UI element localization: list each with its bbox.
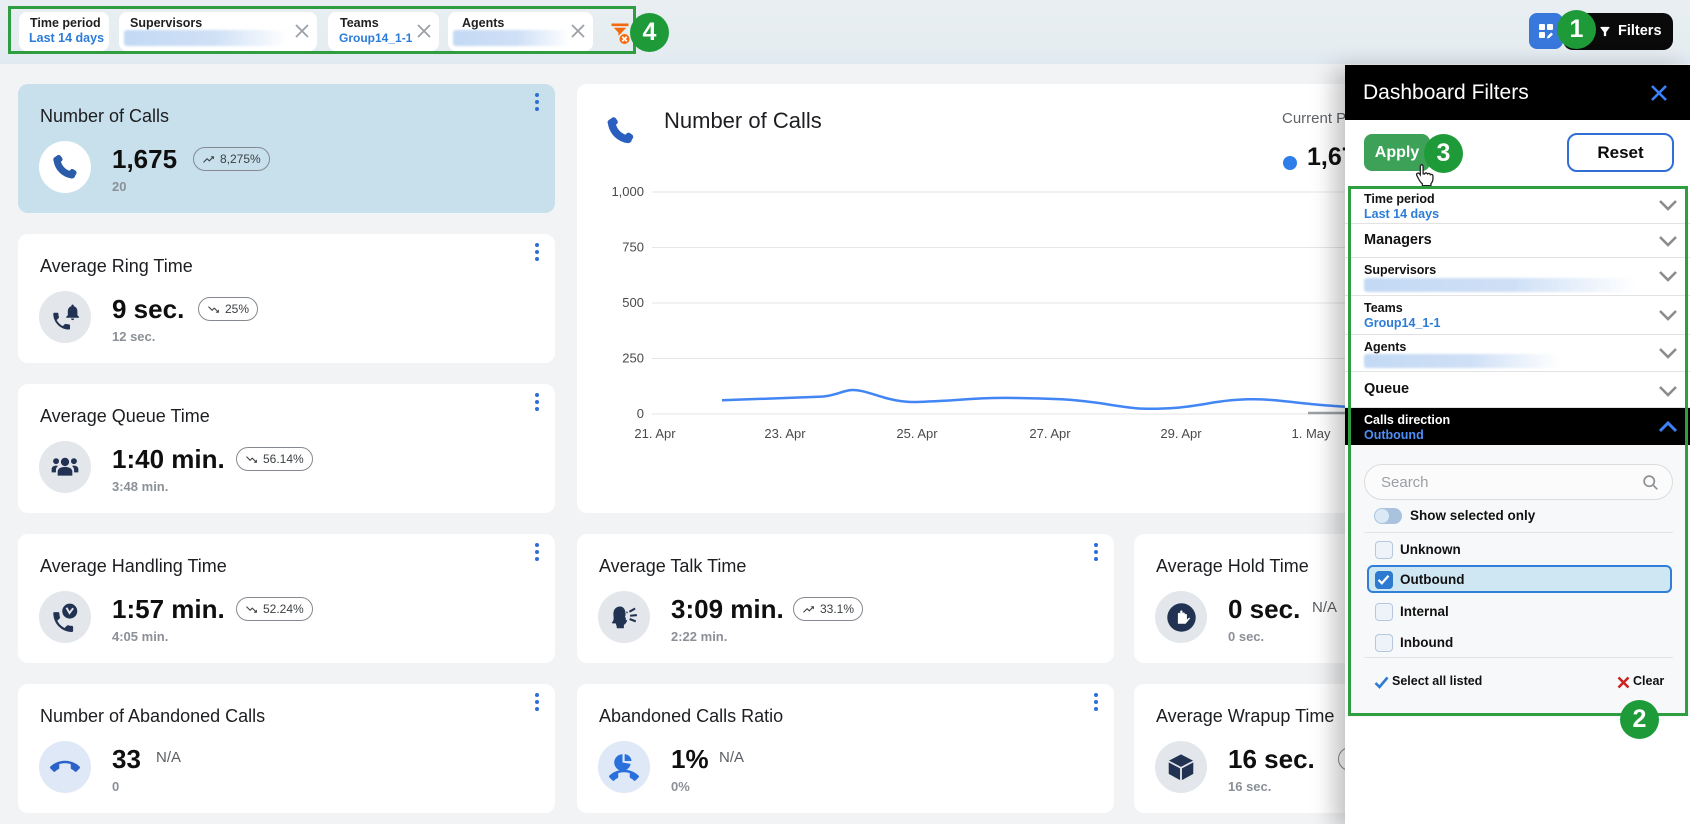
svg-text:500: 500 bbox=[622, 295, 644, 310]
svg-text:1. May: 1. May bbox=[1291, 426, 1331, 441]
svg-text:23. Apr: 23. Apr bbox=[764, 426, 806, 441]
svg-text:750: 750 bbox=[622, 240, 644, 255]
svg-text:29. Apr: 29. Apr bbox=[1160, 426, 1202, 441]
svg-text:27. Apr: 27. Apr bbox=[1029, 426, 1071, 441]
svg-text:25. Apr: 25. Apr bbox=[896, 426, 938, 441]
svg-text:1,000: 1,000 bbox=[611, 184, 644, 199]
svg-text:0: 0 bbox=[637, 406, 644, 421]
svg-text:250: 250 bbox=[622, 351, 644, 366]
svg-text:21. Apr: 21. Apr bbox=[634, 426, 676, 441]
